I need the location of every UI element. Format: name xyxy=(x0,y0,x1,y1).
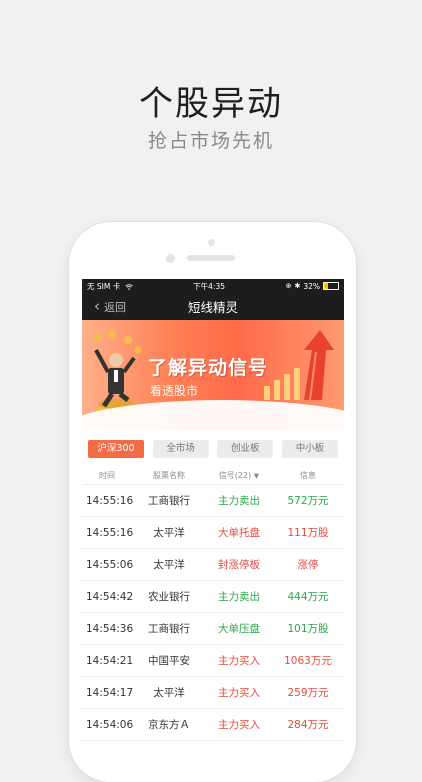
cell-signal: 封涨停板 xyxy=(218,559,260,571)
table-row[interactable]: 14:54:21 中国平安 主力买入 1063万元 xyxy=(82,645,344,677)
table-row[interactable]: 14:55:16 工商银行 主力卖出 572万元 xyxy=(82,485,344,517)
cell-time: 14:54:36 xyxy=(86,622,134,635)
carrier-text: 无 SIM 卡 xyxy=(87,281,121,291)
banner-title: 了解异动信号 xyxy=(148,357,269,379)
cell-time: 14:55:16 xyxy=(86,494,134,507)
cell-info: 涨停 xyxy=(297,559,319,571)
header-name: 股票名称 xyxy=(153,470,185,480)
table-row[interactable]: 14:55:06 太平洋 封涨停板 涨停 xyxy=(82,549,344,581)
rising-arrow-icon xyxy=(264,330,334,401)
tab-hs300[interactable]: 沪深300 xyxy=(88,440,144,458)
cell-time: 14:54:06 xyxy=(86,718,134,731)
cell-signal: 主力买入 xyxy=(218,655,260,667)
table-row[interactable]: 14:54:36 工商银行 大单压盘 101万股 xyxy=(82,613,344,645)
table-row[interactable]: 14:54:06 京东方Ａ 主力买入 284万元 xyxy=(82,709,344,741)
status-bar: 无 SIM 卡 下午4:35 ⊕ ✱ 32% xyxy=(82,279,344,293)
cell-info: 444万元 xyxy=(287,591,329,603)
header-time: 时间 xyxy=(99,470,115,480)
cell-stock-name: 京东方Ａ xyxy=(148,719,190,731)
chevron-left-icon: ‹ xyxy=(94,297,100,315)
nav-bar: ‹ 返回 短线精灵 xyxy=(82,293,344,320)
bluetooth-icon: ✱ xyxy=(294,282,301,290)
cell-time: 14:54:21 xyxy=(86,654,134,667)
tab-chinext[interactable]: 创业板 xyxy=(217,440,274,458)
back-label: 返回 xyxy=(104,300,126,314)
table-row[interactable]: 14:54:17 太平洋 主力买入 259万元 xyxy=(82,677,344,709)
status-right: ⊕ ✱ 32% xyxy=(286,282,339,291)
cell-stock-name: 太平洋 xyxy=(153,559,185,571)
rotation-lock-icon: ⊕ xyxy=(285,282,292,290)
table-row[interactable]: 14:55:16 太平洋 大单托盘 111万股 xyxy=(82,517,344,549)
market-tabs: 沪深300 全市场 创业板 中小板 xyxy=(82,430,344,466)
cell-info: 101万股 xyxy=(287,623,329,635)
promo-subline: 抢占市场先机 xyxy=(147,130,274,152)
cell-stock-name: 太平洋 xyxy=(153,527,185,539)
cell-stock-name: 太平洋 xyxy=(153,687,185,699)
battery-percent: 32% xyxy=(303,281,320,291)
app-screen: 无 SIM 卡 下午4:35 ⊕ ✱ 32% ‹ 返回 短线精灵 了解异动信号 … xyxy=(82,279,344,750)
header-signal-filter[interactable]: 信号(22) ▼ xyxy=(206,470,272,481)
cell-stock-name: 工商银行 xyxy=(148,495,190,507)
banner-subtitle: 看透股市 xyxy=(150,384,199,398)
battery-icon xyxy=(323,282,339,290)
phone-camera xyxy=(166,254,175,263)
header-info: 信息 xyxy=(300,470,316,480)
cell-info: 111万股 xyxy=(287,527,329,539)
tab-sme-board[interactable]: 中小板 xyxy=(281,440,338,458)
cell-stock-name: 工商银行 xyxy=(148,623,190,635)
table-row[interactable]: 14:54:42 农业银行 主力卖出 444万元 xyxy=(82,581,344,613)
table-row[interactable]: 14:54:02农业银行主力买入390万元 xyxy=(82,741,344,750)
back-button[interactable]: ‹ 返回 xyxy=(94,293,126,320)
cell-signal: 大单压盘 xyxy=(218,623,260,635)
cell-time: 14:54:17 xyxy=(86,686,134,699)
cell-signal: 主力买入 xyxy=(218,719,260,731)
header-signal-label: 信号(22) xyxy=(218,470,252,480)
page-title: 短线精灵 xyxy=(187,300,238,315)
cell-info: 1063万元 xyxy=(284,655,332,667)
promo-headline: 个股异动 xyxy=(139,84,283,124)
wifi-icon xyxy=(124,283,133,290)
cell-info: 259万元 xyxy=(287,687,329,699)
cell-signal: 主力卖出 xyxy=(218,495,260,507)
cell-stock-name: 农业银行 xyxy=(148,591,190,603)
phone-sensor xyxy=(208,239,215,246)
cell-time: 14:55:06 xyxy=(86,558,134,571)
cell-signal: 主力买入 xyxy=(218,687,260,699)
table-header: 时间 股票名称 信号(22) ▼ 信息 xyxy=(82,466,344,485)
phone-speaker xyxy=(187,255,235,261)
carrier-label: 无 SIM 卡 xyxy=(87,281,133,292)
signal-list: 14:55:16 工商银行 主力卖出 572万元 14:55:16 太平洋 大单托盘 111万… xyxy=(82,485,344,750)
cell-signal: 主力卖出 xyxy=(218,591,260,603)
promo-banner[interactable]: 了解异动信号 看透股市 xyxy=(82,320,344,430)
cell-stock-name: 中国平安 xyxy=(148,655,190,667)
cell-info: 284万元 xyxy=(287,719,329,731)
status-time: 下午4:35 xyxy=(193,281,226,291)
cell-signal: 大单托盘 xyxy=(218,527,260,539)
tab-all-market[interactable]: 全市场 xyxy=(152,440,209,458)
cell-time: 14:54:42 xyxy=(86,590,134,603)
caret-down-icon: ▼ xyxy=(253,471,260,480)
cell-info: 572万元 xyxy=(287,495,329,507)
cell-time: 14:55:16 xyxy=(86,526,134,539)
